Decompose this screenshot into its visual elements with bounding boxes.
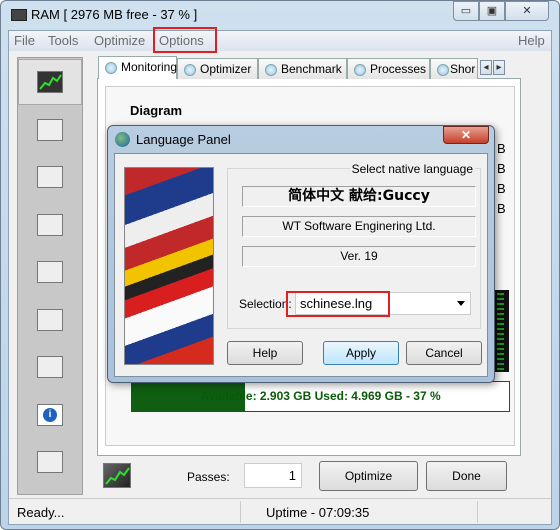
sidebar-item[interactable]: [18, 107, 82, 153]
menu-optimize[interactable]: Optimize: [94, 33, 145, 48]
sidebar-item[interactable]: [18, 249, 82, 295]
menu-bar: File Tools Optimize Options Help: [9, 27, 551, 53]
company-field: WT Software Enginering Ltd.: [242, 216, 476, 237]
stat-unit: B: [497, 181, 506, 196]
dialog-title: Language Panel: [136, 132, 231, 147]
tab-label: Benchmark: [281, 62, 342, 76]
group-caption: Select native language: [349, 162, 475, 176]
selection-label: Selection:: [239, 297, 292, 311]
dialog-close-button[interactable]: ✕: [443, 126, 489, 144]
settings-list-icon: [37, 356, 63, 378]
language-panel-dialog: Language Panel ✕ Select native language …: [107, 125, 495, 383]
version-field: Ver. 19: [242, 246, 476, 267]
stat-unit: B: [497, 161, 506, 176]
tab-label: Processes: [370, 62, 427, 76]
language-name-field: 简体中文 献给:Guccy: [242, 186, 476, 207]
shortcut-icon: [37, 261, 63, 283]
tab-label: Monitoring: [121, 60, 178, 74]
dialog-body: Select native language 简体中文 献给:Guccy WT …: [114, 153, 488, 377]
monitoring-icon: [37, 71, 63, 93]
monitoring-icon: [103, 463, 131, 488]
status-divider: [477, 501, 478, 523]
usage-text: Available: 2.903 GB Used: 4.969 GB - 37 …: [200, 389, 441, 403]
tab-scroll-left[interactable]: ◂: [480, 60, 492, 75]
sidebar-item[interactable]: i: [18, 392, 82, 438]
maximize-button[interactable]: ▣: [479, 1, 505, 21]
cancel-button[interactable]: Cancel: [406, 341, 482, 365]
flags-image: [124, 167, 214, 365]
help-button[interactable]: Help: [227, 341, 303, 365]
uptime-text: Uptime - 07:09:35: [266, 505, 370, 520]
tab-optimizer[interactable]: Optimizer: [177, 58, 258, 79]
info-icon: i: [37, 403, 63, 426]
tab-scroll-right[interactable]: ▸: [493, 60, 505, 75]
list-icon: [37, 118, 63, 141]
memory-chip-icon: [37, 166, 63, 188]
checklist-icon: [37, 308, 63, 331]
passes-label: Passes:: [187, 470, 230, 484]
minimize-button[interactable]: ▭: [453, 1, 479, 21]
mail-icon: [37, 451, 63, 473]
globe-icon: [115, 132, 130, 147]
tab-label: Shor: [450, 62, 476, 76]
status-bar: Ready... Uptime - 07:09:35: [9, 498, 551, 524]
highlight-box: [153, 27, 217, 53]
window-title: RAM [ 2976 MB free - 37 % ]: [31, 7, 198, 22]
gears-icon: [37, 213, 63, 236]
sidebar-item[interactable]: [18, 202, 82, 248]
optimize-button[interactable]: Optimize: [319, 461, 418, 491]
status-text: Ready...: [17, 505, 65, 520]
tab-monitoring[interactable]: Monitoring: [98, 56, 177, 79]
usage-bar: Available: 2.903 GB Used: 4.969 GB - 37 …: [131, 381, 510, 412]
close-button[interactable]: ✕: [505, 1, 549, 21]
passes-input[interactable]: 1: [244, 463, 302, 488]
stat-unit: B: [497, 201, 506, 216]
sidebar-item[interactable]: [18, 154, 82, 200]
highlight-box: [286, 291, 390, 317]
stat-unit: B: [497, 141, 506, 156]
tab-shortcuts[interactable]: Shor: [430, 58, 478, 79]
menu-file[interactable]: File: [14, 33, 35, 48]
chevron-down-icon: [457, 301, 465, 306]
sidebar-item[interactable]: [18, 59, 82, 105]
diagram-label: Diagram: [130, 103, 183, 118]
menu-help[interactable]: Help: [518, 33, 545, 48]
tab-label: Optimizer: [200, 62, 252, 76]
sidebar-item[interactable]: [18, 344, 82, 390]
tab-processes[interactable]: Processes: [347, 58, 430, 79]
sidebar-item[interactable]: [18, 439, 82, 485]
tab-benchmark[interactable]: Benchmark: [258, 58, 347, 79]
sidebar: i: [17, 57, 83, 495]
sidebar-item[interactable]: [18, 297, 82, 343]
apply-button[interactable]: Apply: [323, 341, 399, 365]
menu-tools[interactable]: Tools: [48, 33, 78, 48]
status-divider: [240, 501, 241, 523]
done-button[interactable]: Done: [426, 461, 507, 491]
app-icon: [11, 9, 27, 21]
